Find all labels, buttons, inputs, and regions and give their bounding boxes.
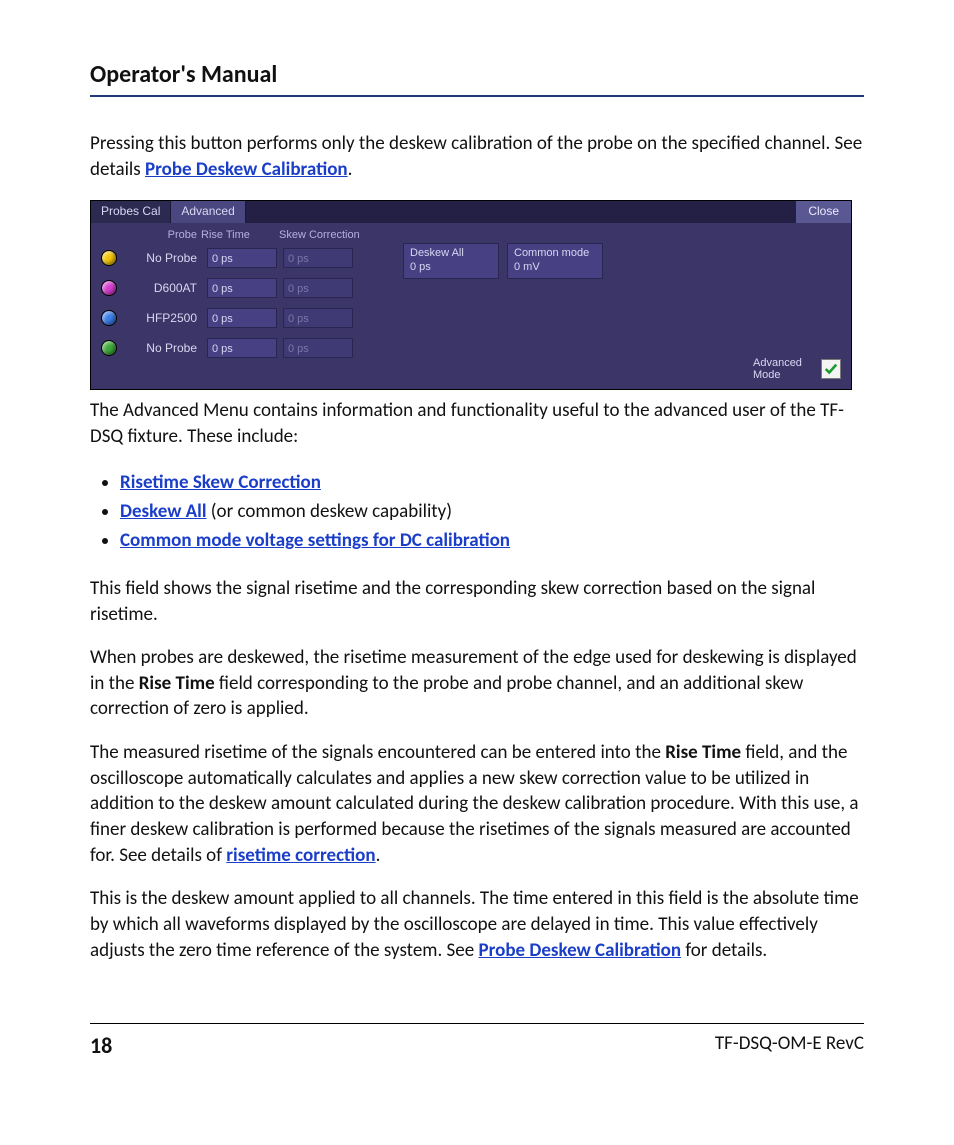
text: for details. xyxy=(681,939,767,962)
advanced-mode-label: Advanced Mode xyxy=(753,357,813,381)
header-probe: Probe xyxy=(97,229,201,241)
page-number: 18 xyxy=(90,1032,112,1059)
skew-correction-field: 0 ps xyxy=(283,338,353,358)
link-risetime-skew-correction[interactable]: Risetime Skew Correction xyxy=(120,471,321,494)
skew-correction-field: 0 ps xyxy=(283,308,353,328)
text-bold: Rise Time xyxy=(139,672,215,695)
deskew-all-label: Deskew All xyxy=(410,247,492,259)
text: . xyxy=(376,844,381,867)
advanced-mode-toggle: Advanced Mode xyxy=(753,357,841,381)
advanced-mode-checkbox[interactable] xyxy=(821,359,841,379)
skew-correction-field: 0 ps xyxy=(283,278,353,298)
tab-probes-cal[interactable]: Probes Cal xyxy=(91,201,171,223)
text-bold: Rise Time xyxy=(665,741,741,764)
channel-dot-c1 xyxy=(101,250,117,266)
rise-time-field[interactable]: 0 ps xyxy=(207,308,277,328)
paragraph: This field shows the signal risetime and… xyxy=(90,576,864,627)
channel-dot-c4 xyxy=(101,340,117,356)
text: . xyxy=(348,158,353,181)
text: (or common deskew capability) xyxy=(207,500,453,523)
bullet-list: Risetime Skew Correction Deskew All (or … xyxy=(120,468,864,556)
checkmark-icon xyxy=(824,362,838,376)
title-rule xyxy=(90,95,864,97)
tab-advanced[interactable]: Advanced xyxy=(171,201,245,223)
close-button[interactable]: Close xyxy=(796,201,851,223)
channel-dot-c3 xyxy=(101,310,117,326)
paragraph: This is the deskew amount applied to all… xyxy=(90,886,864,963)
probe-name: No Probe xyxy=(123,341,201,355)
list-item: Deskew All (or common deskew capability) xyxy=(120,497,864,526)
paragraph-intro: Pressing this button performs only the d… xyxy=(90,131,864,182)
page-footer: 18 TF-DSQ-OM-E RevC xyxy=(90,1032,864,1059)
rise-time-field[interactable]: 0 ps xyxy=(207,338,277,358)
skew-correction-field: 0 ps xyxy=(283,248,353,268)
common-mode-value: 0 mV xyxy=(514,261,596,273)
document-page: Operator's Manual Pressing this button p… xyxy=(0,0,954,1145)
page-title: Operator's Manual xyxy=(90,60,864,89)
tab-spacer xyxy=(246,201,797,223)
column-headers: Probe Rise Time Skew Correction xyxy=(97,229,845,241)
paragraph: When probes are deskewed, the risetime m… xyxy=(90,645,864,722)
link-deskew-all[interactable]: Deskew All xyxy=(120,500,207,523)
list-item: Common mode voltage settings for DC cali… xyxy=(120,526,864,555)
common-mode-button[interactable]: Common mode 0 mV xyxy=(507,243,603,279)
tab-bar: Probes Cal Advanced Close xyxy=(91,201,851,223)
link-risetime-correction[interactable]: risetime correction xyxy=(226,844,375,867)
probe-name: HFP2500 xyxy=(123,311,201,325)
paragraph-after-panel: The Advanced Menu contains information a… xyxy=(90,398,864,449)
paragraph: The measured risetime of the signals enc… xyxy=(90,740,864,868)
panel-body: Probe Rise Time Skew Correction No Probe… xyxy=(91,223,851,389)
probe-name: D600AT xyxy=(123,281,201,295)
probe-row-3: HFP2500 0 ps 0 ps xyxy=(97,303,845,333)
text: The measured risetime of the signals enc… xyxy=(90,741,665,764)
doc-id: TF-DSQ-OM-E RevC xyxy=(715,1032,864,1059)
rise-time-field[interactable]: 0 ps xyxy=(207,278,277,298)
probe-row-4: No Probe 0 ps 0 ps xyxy=(97,333,845,363)
probe-name: No Probe xyxy=(123,251,201,265)
header-rise-time: Rise Time xyxy=(201,229,279,241)
rise-time-field[interactable]: 0 ps xyxy=(207,248,277,268)
header-skew-correction: Skew Correction xyxy=(279,229,371,241)
probes-cal-panel: Probes Cal Advanced Close Probe Rise Tim… xyxy=(90,200,852,390)
link-common-mode-voltage[interactable]: Common mode voltage settings for DC cali… xyxy=(120,529,510,552)
channel-dot-c2 xyxy=(101,280,117,296)
footer-rule xyxy=(90,1023,864,1024)
common-mode-label: Common mode xyxy=(514,247,596,259)
deskew-all-value: 0 ps xyxy=(410,261,492,273)
link-probe-deskew-calibration-2[interactable]: Probe Deskew Calibration xyxy=(478,939,681,962)
deskew-all-button[interactable]: Deskew All 0 ps xyxy=(403,243,499,279)
list-item: Risetime Skew Correction xyxy=(120,468,864,497)
link-probe-deskew-calibration[interactable]: Probe Deskew Calibration xyxy=(145,158,348,181)
